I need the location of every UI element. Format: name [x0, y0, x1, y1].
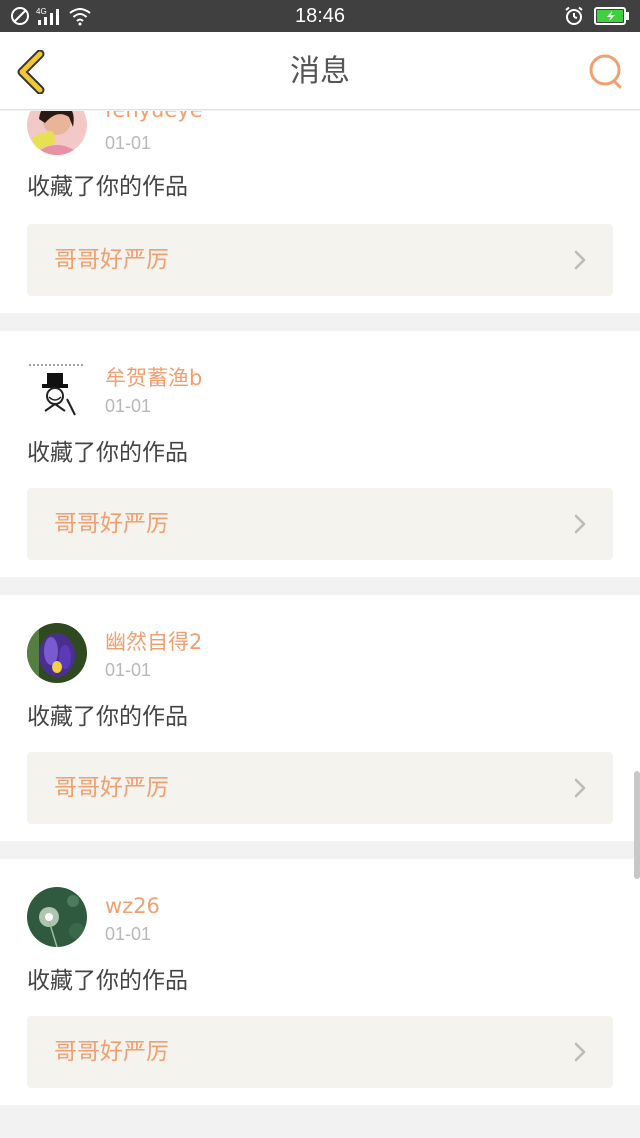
work-link[interactable]: 哥哥好严厉	[27, 752, 613, 824]
chevron-right-icon	[574, 250, 586, 270]
work-title: 哥哥好严厉	[54, 775, 169, 801]
message-action: 收藏了你的作品	[27, 704, 188, 730]
chevron-right-icon	[574, 1042, 586, 1062]
chevron-right-icon	[574, 778, 586, 798]
message-date: 01-01	[105, 660, 152, 680]
status-time: 18:46	[294, 5, 346, 27]
username[interactable]: 幽然自得2	[105, 629, 202, 655]
work-link[interactable]: 哥哥好严厉	[27, 488, 613, 560]
message-date: 01-01	[105, 133, 152, 153]
status-bar: 4G 18:46	[0, 0, 640, 32]
avatar[interactable]	[27, 623, 87, 683]
status-icons-right	[564, 6, 630, 26]
avatar[interactable]	[27, 359, 87, 419]
battery-charging-icon	[594, 7, 629, 25]
message-action: 收藏了你的作品	[27, 174, 188, 200]
message-action: 收藏了你的作品	[27, 440, 188, 466]
nav-bar: 消息	[0, 32, 640, 110]
work-title: 哥哥好严厉	[54, 247, 169, 273]
username[interactable]: 牟贺蓄渔b	[105, 365, 202, 391]
avatar[interactable]	[27, 887, 87, 947]
chevron-right-icon	[574, 514, 586, 534]
message-card: fenyueye 01-01 收藏了你的作品 哥哥好严厉	[0, 111, 640, 313]
message-card: 牟贺蓄渔b 01-01 收藏了你的作品 哥哥好严厉	[0, 331, 640, 577]
username[interactable]: fenyueye	[105, 111, 203, 123]
message-action: 收藏了你的作品	[27, 968, 188, 994]
message-date: 01-01	[105, 924, 152, 944]
alarm-icon	[565, 6, 583, 25]
message-date: 01-01	[105, 396, 152, 416]
page-title: 消息	[290, 54, 350, 89]
avatar[interactable]	[27, 111, 87, 155]
search-icon	[589, 54, 622, 89]
work-link[interactable]: 哥哥好严厉	[27, 224, 613, 296]
scrollbar[interactable]	[634, 771, 640, 879]
message-card: 幽然自得2 01-01 收藏了你的作品 哥哥好严厉	[0, 595, 640, 841]
search-button[interactable]	[586, 50, 626, 94]
work-title: 哥哥好严厉	[54, 511, 169, 537]
message-card: wz26 01-01 收藏了你的作品 哥哥好严厉	[0, 859, 640, 1105]
work-link[interactable]: 哥哥好严厉	[27, 1016, 613, 1088]
message-list[interactable]: fenyueye 01-01 收藏了你的作品 哥哥好严厉 牟贺蓄渔b 01-0	[0, 111, 640, 1138]
work-title: 哥哥好严厉	[54, 1039, 169, 1065]
username[interactable]: wz26	[105, 893, 160, 919]
